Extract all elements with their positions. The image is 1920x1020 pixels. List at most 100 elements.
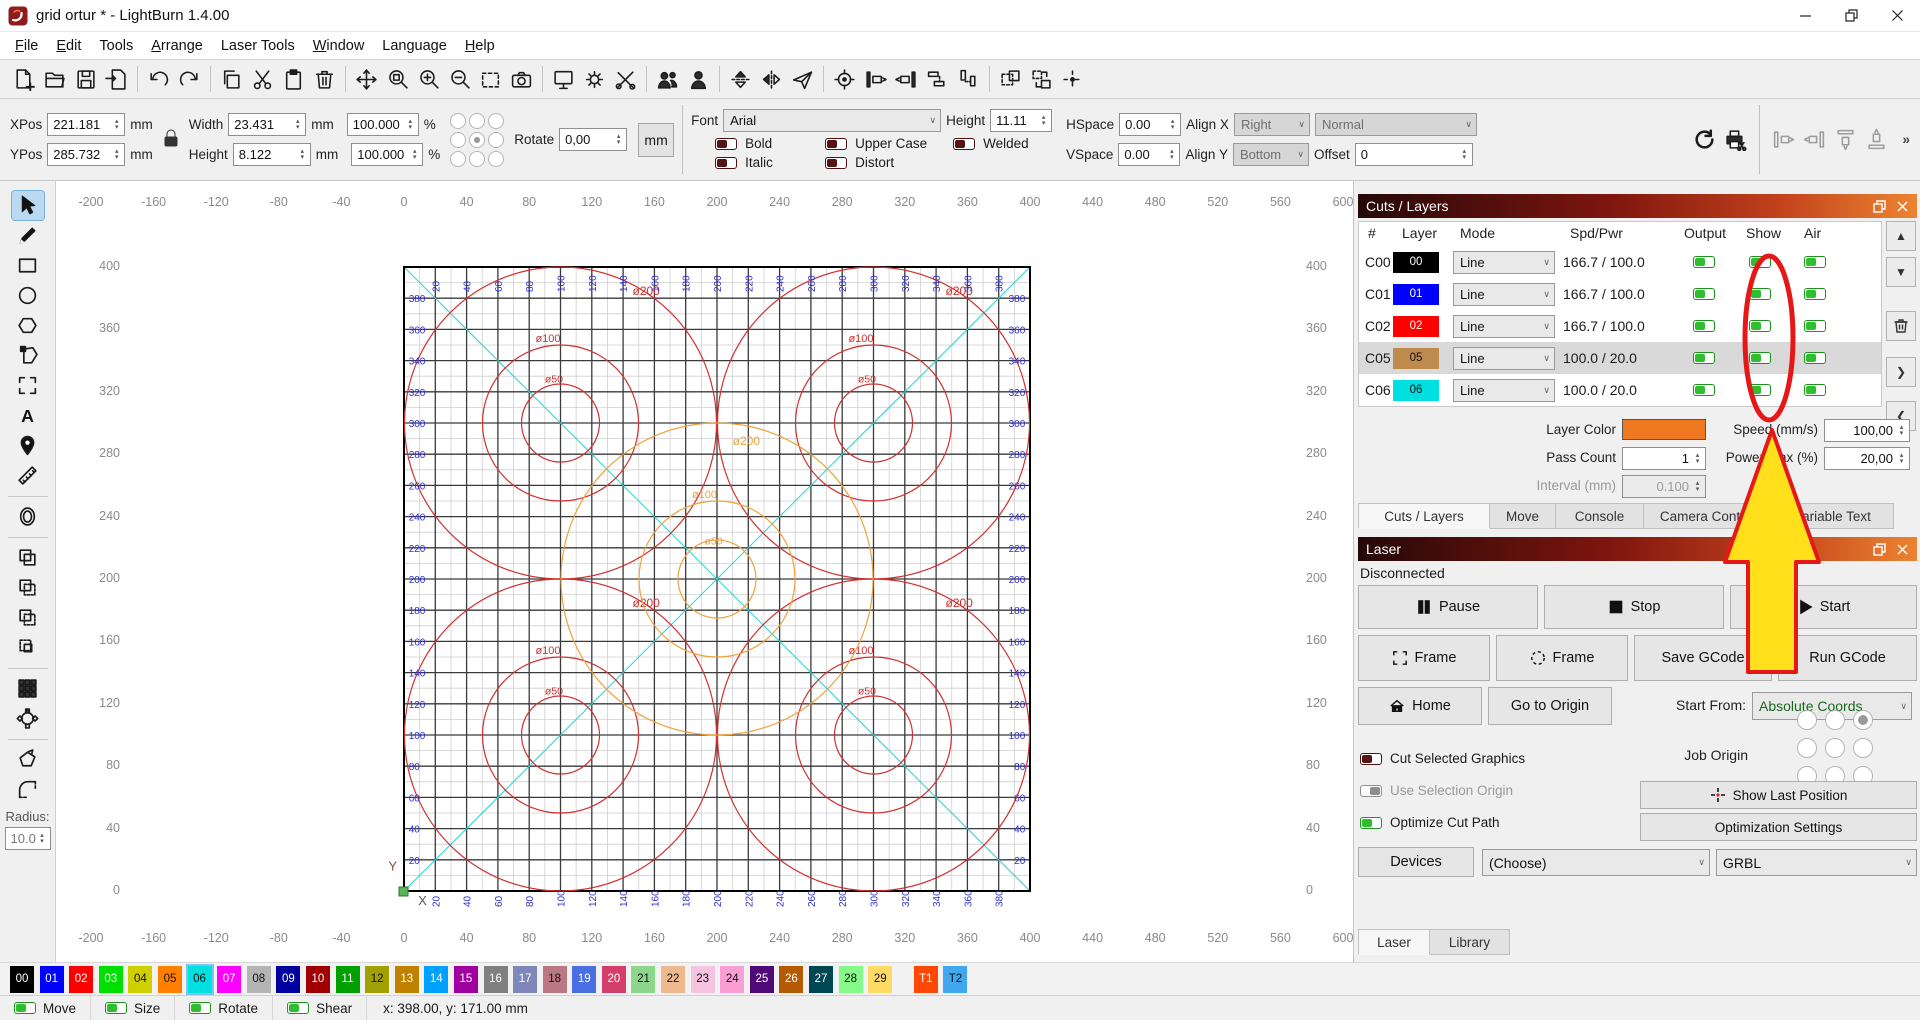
- job-origin-radio-0[interactable]: [1797, 710, 1817, 730]
- layer-down-button[interactable]: ▼: [1886, 257, 1916, 287]
- anchor-radio-8[interactable]: [488, 150, 505, 167]
- layer-color-swatch[interactable]: [1622, 419, 1706, 440]
- device-choose-select[interactable]: (Choose) ∨: [1482, 849, 1710, 876]
- interval-input[interactable]: 0.100 ▴ ▾: [1622, 475, 1706, 498]
- anchor-radio-2[interactable]: [488, 112, 505, 129]
- font-height-input[interactable]: 11.11 ▴ ▾: [990, 109, 1053, 132]
- float-panel-icon[interactable]: [1873, 199, 1886, 213]
- boolean-difference-icon[interactable]: [12, 603, 44, 632]
- job-origin-radio-1[interactable]: [1825, 710, 1845, 730]
- select-tool-icon[interactable]: [10, 190, 45, 221]
- layer-show-toggle[interactable]: [1749, 320, 1771, 332]
- palette-chip-14[interactable]: 14: [424, 965, 449, 993]
- hspace-input[interactable]: 0.00 ▴ ▾: [1119, 113, 1182, 136]
- frame-rect-button[interactable]: Frame: [1358, 635, 1490, 681]
- close-panel-icon[interactable]: [1896, 200, 1909, 213]
- device-settings-gear-icon[interactable]: [579, 64, 610, 95]
- palette-chip-01[interactable]: 01: [39, 965, 64, 993]
- layer-mode-select[interactable]: Line ∨: [1453, 282, 1555, 306]
- goto-origin-button[interactable]: Go to Origin: [1488, 687, 1612, 725]
- layer-swatch[interactable]: 05: [1393, 347, 1439, 369]
- offset-input[interactable]: 0 ▴ ▾: [1354, 143, 1473, 166]
- uppercase-toggle[interactable]: Upper Case: [825, 136, 953, 151]
- palette-chip-27[interactable]: 27: [809, 965, 834, 993]
- aspect-lock-icon[interactable]: [161, 127, 181, 152]
- menu-arrange[interactable]: Arrange: [142, 34, 212, 58]
- file-import-icon[interactable]: [101, 64, 132, 95]
- zoom-box-icon[interactable]: [382, 64, 413, 95]
- power-max-input[interactable]: 20,00 ▴ ▾: [1824, 447, 1910, 470]
- layer-row-C05[interactable]: C05 05 Line ∨ 100.0 / 20.0: [1359, 342, 1881, 374]
- pause-button[interactable]: Pause: [1358, 585, 1538, 629]
- palette-chip-28[interactable]: 28: [838, 965, 863, 993]
- show-position-crosshair-icon[interactable]: [1057, 64, 1088, 95]
- rotate-toggle[interactable]: Rotate: [175, 996, 274, 1020]
- layer-output-toggle[interactable]: [1693, 288, 1715, 300]
- layer-right-button[interactable]: ❯: [1886, 357, 1916, 387]
- layer-show-toggle[interactable]: [1749, 256, 1771, 268]
- vspace-input[interactable]: 0.00 ▴ ▾: [1118, 143, 1181, 166]
- delete-icon[interactable]: [309, 64, 340, 95]
- selection-size-icon[interactable]: [995, 64, 1026, 95]
- height-percent-input[interactable]: 100.000 ▴ ▾: [351, 143, 424, 166]
- layer-row-C00[interactable]: C00 00 Line ∨ 166.7 / 100.0: [1359, 246, 1881, 278]
- print-cut-icon[interactable]: [1720, 124, 1751, 155]
- menu-help[interactable]: Help: [456, 34, 504, 58]
- devices-button[interactable]: Devices: [1358, 847, 1474, 877]
- tab-camera-control[interactable]: Camera Control: [1644, 503, 1772, 529]
- position-laser-icon[interactable]: [12, 431, 44, 460]
- layer-up-button[interactable]: ▲: [1886, 221, 1916, 251]
- flip-horizontal-icon[interactable]: [756, 64, 787, 95]
- grid-array-icon[interactable]: [12, 674, 44, 703]
- cut-icon[interactable]: [247, 64, 278, 95]
- ellipse-tool-icon[interactable]: [12, 281, 44, 310]
- distribute-h-icon[interactable]: [922, 64, 953, 95]
- italic-toggle[interactable]: Italic: [715, 155, 825, 170]
- rectangle-tool-icon[interactable]: [12, 251, 44, 280]
- layer-air-toggle[interactable]: [1804, 288, 1826, 300]
- palette-chip-02[interactable]: 02: [69, 965, 94, 993]
- palette-chip-24[interactable]: 24: [720, 965, 745, 993]
- align-left-icon[interactable]: [860, 64, 891, 95]
- layer-row-C06[interactable]: C06 06 Line ∨ 100.0 / 20.0: [1359, 374, 1881, 406]
- tab-cuts-layers[interactable]: Cuts / Layers: [1358, 503, 1490, 529]
- firmware-select[interactable]: GRBL ∨: [1716, 849, 1917, 876]
- menu-window[interactable]: Window: [304, 34, 374, 58]
- show-last-position-button[interactable]: Show Last Position: [1640, 781, 1917, 809]
- job-origin-radio-2[interactable]: [1853, 710, 1873, 730]
- anchor-radio-7[interactable]: [469, 150, 486, 167]
- run-gcode-button[interactable]: Run GCode: [1778, 635, 1917, 681]
- menu-language[interactable]: Language: [373, 34, 456, 58]
- palette-chip-23[interactable]: 23: [690, 965, 715, 993]
- palette-chip-20[interactable]: 20: [601, 965, 626, 993]
- anchor-radio-1[interactable]: [469, 112, 486, 129]
- zoom-in-icon[interactable]: [413, 64, 444, 95]
- offset-shapes-icon[interactable]: [12, 502, 44, 531]
- layer-air-toggle[interactable]: [1804, 384, 1826, 396]
- layer-output-toggle[interactable]: [1693, 352, 1715, 364]
- restore-button[interactable]: [1828, 0, 1874, 31]
- radius-input[interactable]: 10.0 ▴ ▾: [4, 827, 51, 850]
- bold-toggle[interactable]: Bold: [715, 136, 825, 151]
- size-toggle[interactable]: Size: [91, 996, 176, 1020]
- menu-laser-tools[interactable]: Laser Tools: [212, 34, 304, 58]
- toolbar-overflow-chevron[interactable]: »: [1902, 132, 1910, 147]
- dock-align-3-icon[interactable]: [1830, 124, 1861, 155]
- align-right-icon[interactable]: [891, 64, 922, 95]
- palette-chip-06[interactable]: 06: [185, 963, 214, 995]
- cut-selected-toggle[interactable]: Cut Selected Graphics: [1360, 751, 1525, 766]
- width-percent-input[interactable]: 100.000 ▴ ▾: [346, 113, 419, 136]
- redo-icon[interactable]: [174, 64, 205, 95]
- pan-icon[interactable]: [351, 64, 382, 95]
- palette-chip-07[interactable]: 07: [217, 965, 242, 993]
- palette-chip-17[interactable]: 17: [513, 965, 538, 993]
- marquee-icon[interactable]: [475, 64, 506, 95]
- aligny-select[interactable]: Bottom ∨: [1232, 143, 1309, 166]
- preview-monitor-icon[interactable]: [548, 64, 579, 95]
- layer-swatch[interactable]: 06: [1393, 379, 1439, 401]
- use-selection-origin-toggle[interactable]: Use Selection Origin: [1360, 783, 1513, 798]
- layer-swatch[interactable]: 02: [1393, 315, 1439, 337]
- xpos-input[interactable]: 221.181 ▴ ▾: [47, 113, 126, 136]
- flip-vertical-icon[interactable]: [725, 64, 756, 95]
- palette-chip-00[interactable]: 00: [10, 965, 34, 993]
